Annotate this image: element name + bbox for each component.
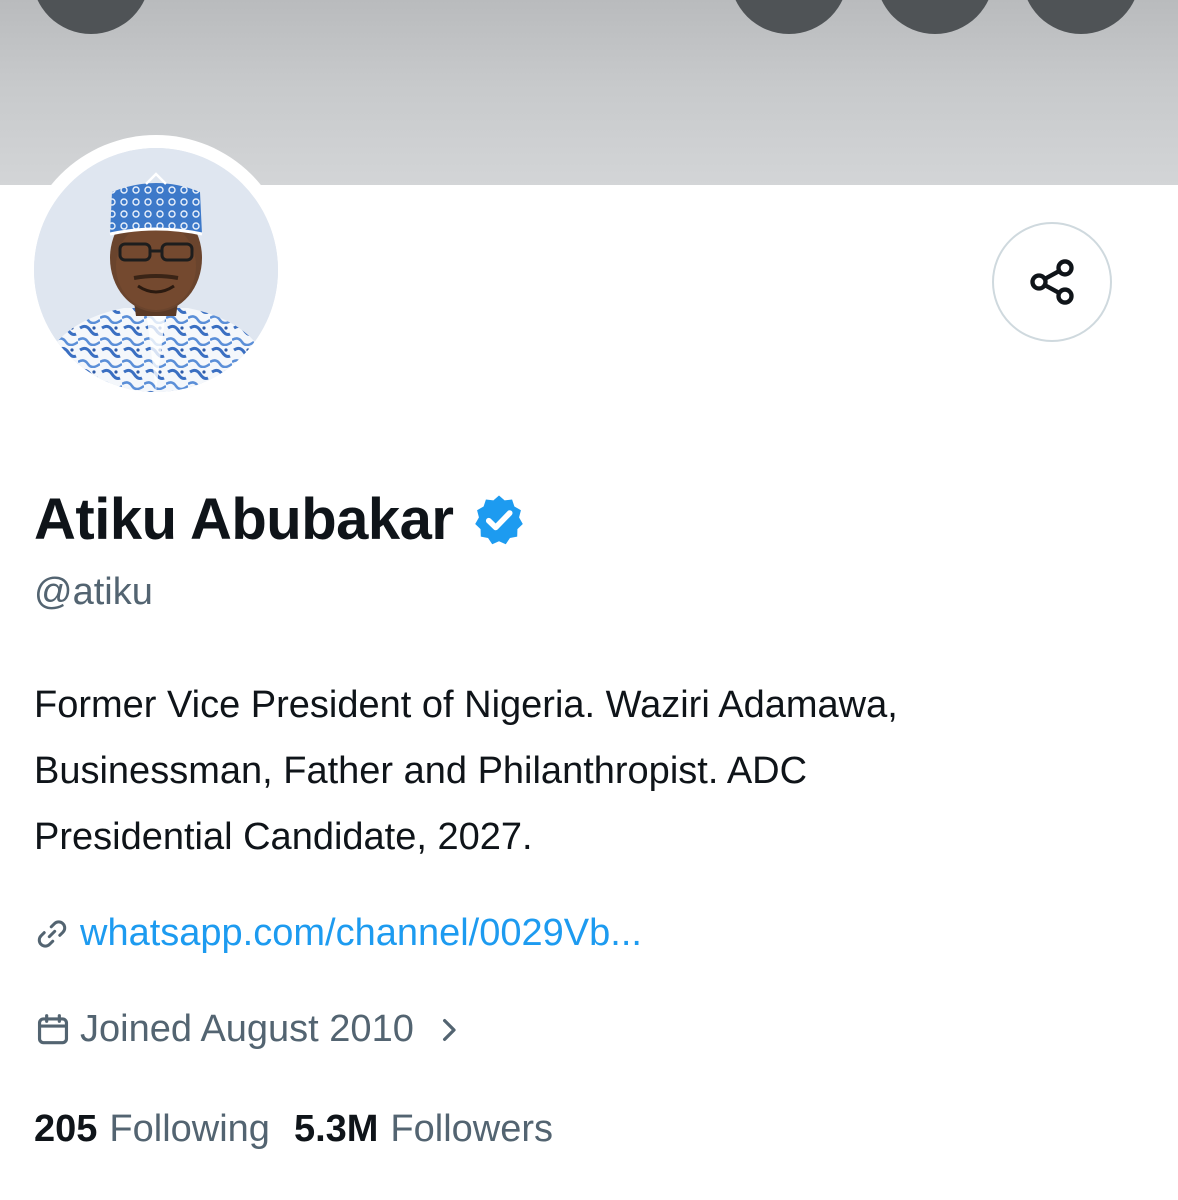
share-button[interactable] [992,222,1112,342]
share-icon [1030,259,1074,305]
notifications-button[interactable] [876,0,994,34]
calendar-icon [37,1013,69,1044]
back-button[interactable] [32,0,150,34]
followers-stat[interactable]: 5.3M Followers [294,1108,553,1151]
more-options-button[interactable] [1022,0,1140,34]
joined-date: Joined August 2010 [80,1008,414,1050]
following-stat[interactable]: 205 Following [34,1108,270,1151]
link-icon [37,919,67,948]
profile-link-text[interactable]: whatsapp.com/channel/0029Vb... [80,912,642,955]
avatar-frame [21,135,291,405]
avatar[interactable] [34,148,278,392]
follow-stats: 205 Following 5.3M Followers [34,1108,553,1151]
chevron-right-icon [442,1018,456,1041]
profile-link[interactable]: whatsapp.com/channel/0029Vb... [34,912,642,955]
following-count: 205 [34,1108,98,1150]
search-button[interactable] [730,0,848,34]
following-label: Following [109,1108,270,1150]
bio-line: Former Vice President of Nigeria. Waziri… [34,684,898,726]
display-name: Atiku Abubakar [34,487,454,552]
profile-bio: Former Vice President of Nigeria. Waziri… [34,672,1134,870]
verified-badge-icon[interactable] [471,492,527,548]
profile-screen: Atiku Abubakar @atiku Former Vice Presid… [0,0,1178,1200]
joined-date-row[interactable]: Joined August 2010 [34,1008,464,1051]
bio-line: Presidential Candidate, 2027. [34,816,533,858]
user-handle: @atiku [34,571,153,613]
followers-label: Followers [390,1108,554,1150]
bio-line: Businessman, Father and Philanthropist. … [34,750,808,792]
display-name-row: Atiku Abubakar [34,486,527,553]
avatar-portrait [34,148,278,392]
followers-count: 5.3M [293,1108,379,1150]
